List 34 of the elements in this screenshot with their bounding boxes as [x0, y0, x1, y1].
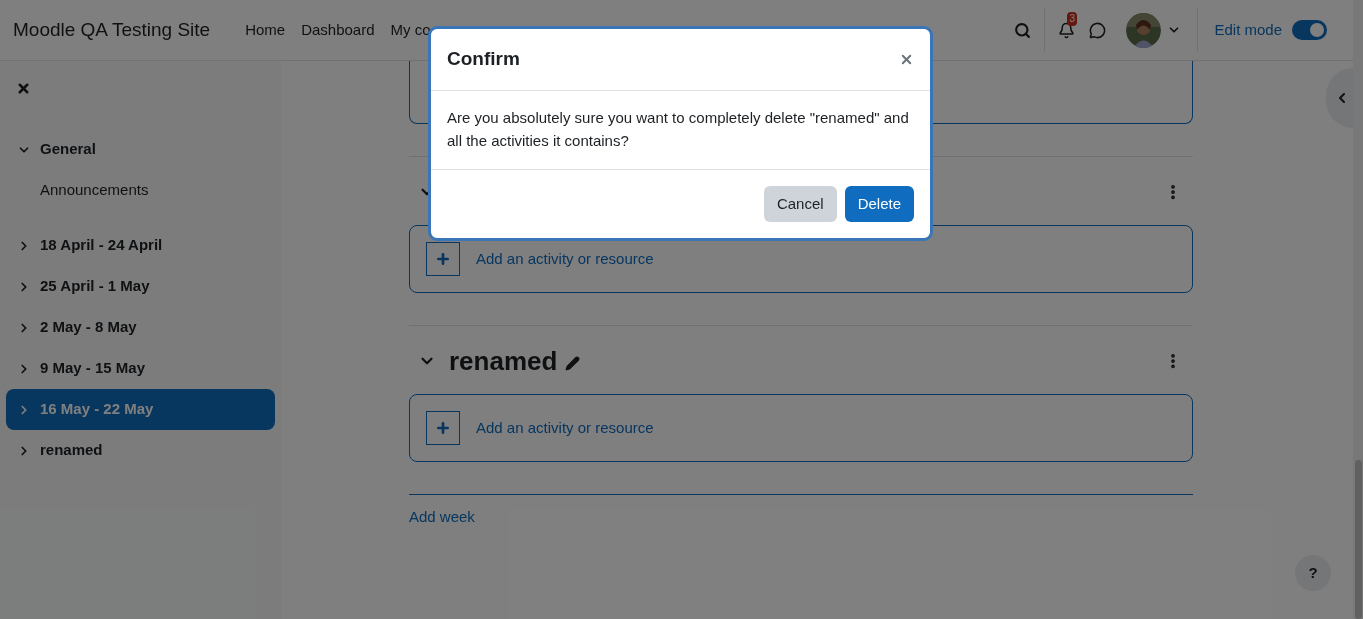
plus-icon	[435, 420, 451, 436]
search-icon[interactable]	[1014, 21, 1032, 39]
sidebar-item[interactable]: Announcements	[6, 170, 275, 211]
cancel-button[interactable]: Cancel	[763, 186, 837, 222]
sidebar-item[interactable]: General	[6, 129, 275, 170]
nav-link[interactable]: Dashboard	[301, 18, 375, 42]
close-icon[interactable]	[16, 81, 31, 96]
plus-button[interactable]	[426, 411, 460, 445]
sidebar-item[interactable]: 25 April - 1 May	[6, 266, 275, 307]
edit-mode-label: Edit mode	[1214, 19, 1282, 40]
notification-badge: 3	[1067, 11, 1077, 26]
site-name[interactable]: Moodle QA Testing Site	[13, 15, 211, 45]
help-button[interactable]: ?	[1295, 555, 1331, 591]
nav-link[interactable]: Home	[245, 18, 286, 42]
scrollbar-thumb[interactable]	[1355, 460, 1362, 619]
dialog-message: Are you absolutely sure you want to completely delete "renamed" and all the activities it contains?	[447, 108, 910, 151]
chat-icon[interactable]	[1089, 21, 1107, 39]
dialog-title: Confirm	[447, 47, 520, 72]
sidebar-item[interactable]: renamed	[6, 430, 275, 471]
bell-icon[interactable]	[1058, 21, 1076, 39]
add-week-link[interactable]: Add week	[409, 508, 475, 525]
sidebar-item[interactable]: 16 May - 22 May	[6, 389, 275, 430]
edit-mode-toggle[interactable]	[1292, 20, 1327, 40]
plus-button[interactable]	[426, 242, 460, 276]
add-activity-link[interactable]: Add an activity or resource	[476, 247, 654, 271]
add-activity-link[interactable]: Add an activity or resource	[476, 416, 654, 440]
sidebar-item[interactable]: 9 May - 15 May	[6, 348, 275, 389]
delete-button[interactable]: Delete	[844, 186, 914, 222]
close-icon[interactable]	[899, 52, 914, 67]
sidebar-item[interactable]: 2 May - 8 May	[6, 307, 275, 348]
sidebar-item[interactable]: 18 April - 24 April	[6, 225, 275, 266]
plus-icon	[435, 251, 451, 267]
pencil-icon[interactable]	[565, 355, 581, 371]
section-title: renamed	[449, 344, 558, 378]
